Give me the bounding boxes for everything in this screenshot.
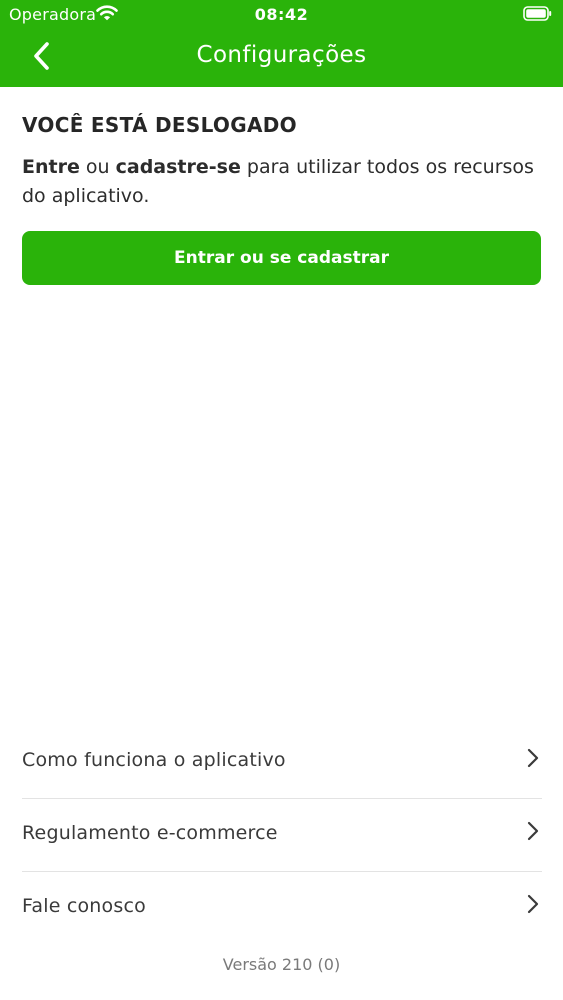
- app-version: Versão 210 (0): [222, 955, 341, 974]
- battery-icon: [523, 6, 552, 21]
- message-connector: ou: [79, 156, 116, 178]
- login-emphasis: Entre: [22, 156, 80, 178]
- logged-out-message: Entre ou cadastre-se para utilizar todos…: [22, 153, 542, 211]
- menu-item-label: Fale conosco: [22, 895, 146, 917]
- login-signup-button[interactable]: Entrar ou se cadastrar: [22, 231, 541, 285]
- signup-emphasis: cadastre-se: [115, 156, 241, 178]
- menu-item-how-it-works[interactable]: Como funciona o aplicativo: [22, 726, 542, 799]
- menu-item-label: Como funciona o aplicativo: [22, 749, 286, 771]
- chevron-right-icon: [527, 821, 539, 841]
- menu-item-ecommerce-rules[interactable]: Regulamento e-commerce: [22, 799, 542, 872]
- status-bar: Operadora 08:42: [0, 0, 563, 30]
- settings-menu: Como funciona o aplicativo Regulamento e…: [22, 726, 542, 944]
- status-time: 08:42: [254, 5, 309, 24]
- top-app-bar: Operadora 08:42 Configurações: [0, 0, 563, 87]
- chevron-right-icon: [527, 894, 539, 914]
- menu-item-label: Regulamento e-commerce: [22, 822, 278, 844]
- settings-screen: Operadora 08:42 Configurações VOCÊ ESTÁ …: [0, 0, 563, 1000]
- logged-out-heading: VOCÊ ESTÁ DESLOGADO: [22, 113, 297, 137]
- menu-item-contact-us[interactable]: Fale conosco: [22, 872, 542, 944]
- page-title: Configurações: [196, 42, 367, 68]
- chevron-right-icon: [527, 748, 539, 768]
